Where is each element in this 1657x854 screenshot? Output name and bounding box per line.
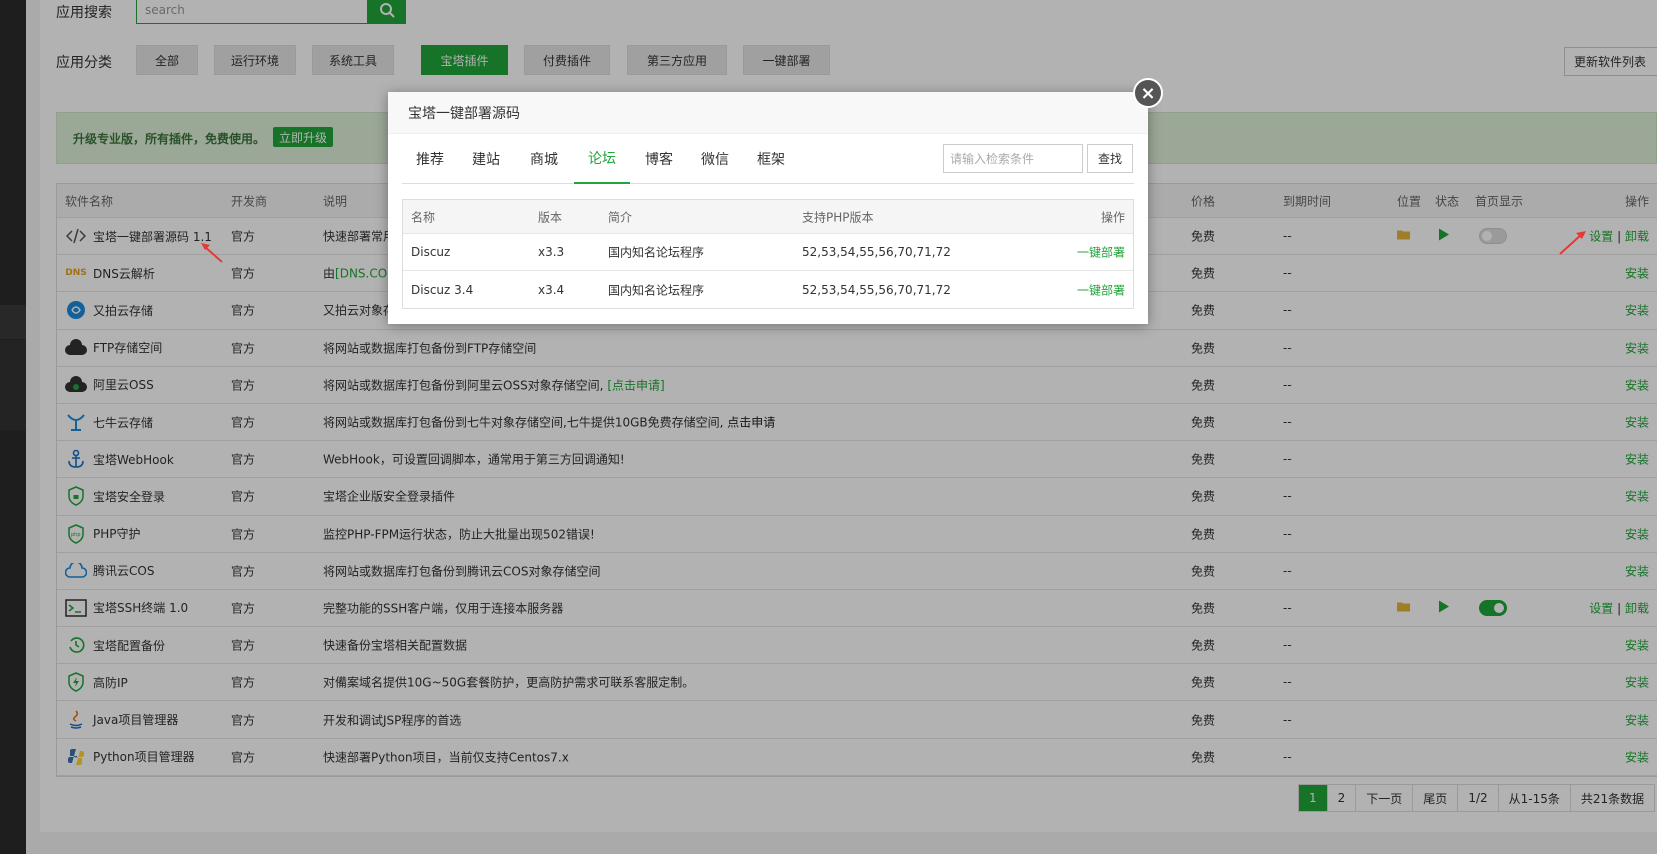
modal-search-button[interactable]: 查找 bbox=[1087, 144, 1133, 173]
deploy-php: 52,53,54,55,56,70,71,72 bbox=[802, 245, 951, 259]
tab-website[interactable]: 建站 bbox=[458, 134, 514, 184]
deploy-row: Discuz 3.4 x3.4 国内知名论坛程序 52,53,54,55,56,… bbox=[403, 271, 1133, 308]
header-intro: 简介 bbox=[608, 210, 633, 224]
modal-title: 宝塔一键部署源码 bbox=[388, 92, 1148, 134]
tab-forum[interactable]: 论坛 bbox=[574, 134, 630, 184]
deploy-name: Discuz bbox=[411, 245, 451, 259]
tab-blog[interactable]: 博客 bbox=[630, 134, 688, 184]
close-icon[interactable]: × bbox=[1133, 78, 1163, 108]
deploy-table: 名称 版本 简介 支持PHP版本 操作 Discuz x3.3 国内知名论坛程序… bbox=[402, 199, 1134, 309]
tab-recommended[interactable]: 推荐 bbox=[402, 134, 458, 184]
tab-wechat[interactable]: 微信 bbox=[688, 134, 742, 184]
one-click-deploy-link[interactable]: 一键部署 bbox=[1077, 281, 1125, 298]
header-name: 名称 bbox=[411, 210, 436, 224]
tab-shop[interactable]: 商城 bbox=[514, 134, 574, 184]
annotation-arrow-icon bbox=[201, 243, 223, 263]
deploy-intro: 国内知名论坛程序 bbox=[608, 283, 705, 297]
deploy-intro: 国内知名论坛程序 bbox=[608, 245, 705, 260]
deploy-version: x3.4 bbox=[538, 282, 565, 297]
deploy-php: 52,53,54,55,56,70,71,72 bbox=[802, 282, 951, 297]
annotation-arrow-icon bbox=[1559, 231, 1586, 255]
header-op: 操作 bbox=[1100, 210, 1125, 224]
one-click-deploy-link[interactable]: 一键部署 bbox=[1077, 244, 1125, 261]
deploy-name: Discuz 3.4 bbox=[411, 282, 474, 297]
deploy-row: Discuz x3.3 国内知名论坛程序 52,53,54,55,56,70,7… bbox=[403, 234, 1133, 271]
header-php: 支持PHP版本 bbox=[802, 210, 874, 224]
tab-framework[interactable]: 框架 bbox=[742, 134, 800, 184]
header-version: 版本 bbox=[538, 210, 563, 224]
deploy-version: x3.3 bbox=[538, 245, 565, 259]
deploy-source-modal: 宝塔一键部署源码 × 推荐 建站 商城 论坛 博客 微信 框架 请输入检索条件 … bbox=[388, 78, 1163, 324]
deploy-table-header: 名称 版本 简介 支持PHP版本 操作 bbox=[403, 200, 1133, 234]
modal-search-input[interactable]: 请输入检索条件 bbox=[943, 144, 1083, 173]
